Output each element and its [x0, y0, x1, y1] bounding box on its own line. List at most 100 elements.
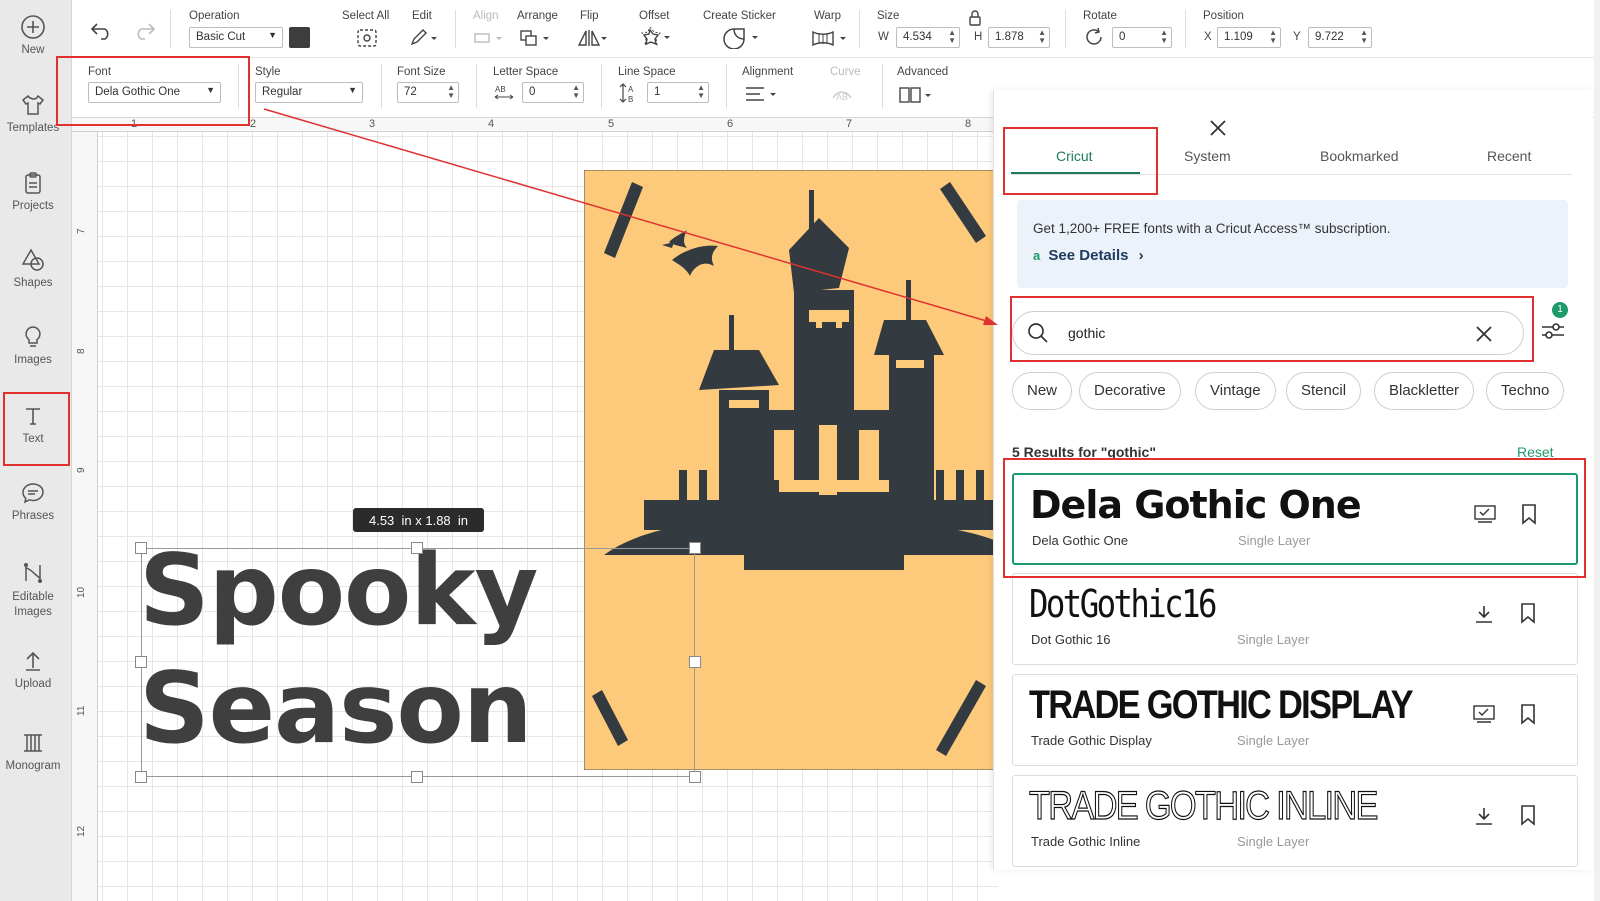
font-preview: TRADE GOTHIC INLINE [1028, 783, 1378, 828]
resize-handle[interactable] [135, 542, 147, 554]
sidebar-item-shapes[interactable]: Shapes [0, 247, 66, 289]
download-icon[interactable] [1473, 604, 1495, 624]
resize-handle[interactable] [411, 771, 423, 783]
alignment-label: Alignment [742, 66, 794, 78]
resize-handle[interactable] [411, 542, 423, 554]
stepper-icon[interactable]: ▲ ▼ [697, 84, 705, 100]
annotation-box-cricut-tab [1003, 127, 1158, 195]
tab-system[interactable]: System [1184, 148, 1231, 164]
rotate-value: 0 [1119, 31, 1126, 43]
font-size-label: Font Size [397, 66, 446, 78]
sidebar-item-upload[interactable]: Upload [0, 648, 66, 690]
bookmark-icon[interactable] [1519, 602, 1537, 624]
rotate-icon [1086, 27, 1102, 45]
select-all-icon[interactable] [356, 28, 378, 48]
chip-new[interactable]: New [1012, 372, 1073, 410]
line-space-input[interactable]: 1 ▲ ▼ [647, 82, 709, 103]
style-dropdown[interactable]: Regular ▼ [255, 82, 363, 103]
pencil-icon[interactable] [408, 28, 438, 48]
letter-space-value: 0 [529, 86, 536, 98]
sidebar-item-phrases[interactable]: Phrases [0, 480, 66, 522]
sticker-icon[interactable] [722, 27, 762, 49]
operation-label: Operation [189, 10, 240, 22]
sidebar-item-monogram[interactable]: Monogram [0, 730, 66, 772]
chip-decorative[interactable]: Decorative [1079, 372, 1181, 410]
align-text-icon[interactable] [743, 84, 783, 104]
font-result-trade-gothic-inline[interactable]: TRADE GOTHIC INLINE Trade Gothic Inline … [1012, 775, 1578, 867]
stepper-icon[interactable]: ▲ ▼ [948, 29, 956, 45]
resize-handle[interactable] [135, 771, 147, 783]
operation-color-swatch[interactable] [289, 27, 310, 48]
height-input[interactable]: 1.878 ▲ ▼ [988, 27, 1050, 48]
see-details-label: See Details [1048, 247, 1129, 264]
rotate-label: Rotate [1083, 10, 1117, 22]
ruler-mark: 7 [846, 118, 853, 130]
align-icon [474, 33, 502, 43]
shirt-icon [21, 94, 45, 115]
selection-box[interactable] [141, 548, 695, 777]
tab-bookmarked[interactable]: Bookmarked [1320, 148, 1399, 164]
cricut-access-promo: Get 1,200+ FREE fonts with a Cricut Acce… [1017, 200, 1568, 288]
arrange-icon[interactable] [518, 28, 552, 48]
bookmark-icon[interactable] [1519, 804, 1537, 826]
chip-vintage[interactable]: Vintage [1195, 372, 1276, 410]
tab-recent[interactable]: Recent [1487, 148, 1531, 164]
sidebar-item-new[interactable]: New [0, 14, 66, 56]
sidebar-item-images[interactable]: Images [0, 324, 66, 366]
advanced-label: Advanced [897, 66, 949, 78]
letter-space-label: Letter Space [493, 66, 559, 78]
bookmark-icon[interactable] [1519, 703, 1537, 725]
close-icon[interactable] [1208, 118, 1228, 138]
undo-icon[interactable] [90, 22, 114, 40]
scrollbar[interactable] [1594, 0, 1600, 901]
caret-down-icon: ▼ [348, 85, 357, 95]
font-result-dot-gothic-16[interactable]: DotGothic16 Dot Gothic 16 Single Layer [1012, 573, 1578, 665]
filter-icon[interactable] [1540, 319, 1566, 343]
sidebar-label-templates: Templates [6, 122, 60, 134]
sidebar-label-upload: Upload [14, 678, 52, 690]
flip-icon[interactable] [576, 28, 610, 48]
upload-icon [26, 651, 40, 671]
advanced-icon[interactable] [898, 85, 938, 105]
create-sticker-label: Create Sticker [703, 10, 776, 22]
svg-text:B: B [628, 95, 633, 104]
installed-icon [1473, 705, 1495, 723]
letter-space-input[interactable]: 0 ▲ ▼ [522, 82, 584, 103]
ruler-mark: 8 [76, 348, 87, 354]
chip-stencil[interactable]: Stencil [1286, 372, 1362, 410]
resize-handle[interactable] [135, 656, 147, 668]
warp-icon[interactable] [810, 28, 850, 48]
offset-icon[interactable] [638, 27, 672, 49]
width-input[interactable]: 4.534 ▲ ▼ [896, 27, 960, 48]
stepper-icon[interactable]: ▲ ▼ [1269, 29, 1277, 45]
font-layer-type: Single Layer [1237, 834, 1310, 849]
stepper-icon[interactable]: ▲ ▼ [1160, 29, 1168, 45]
chip-techno[interactable]: Techno [1486, 372, 1565, 410]
resize-handle[interactable] [689, 542, 701, 554]
resize-handle[interactable] [689, 771, 701, 783]
select-all-label: Select All [342, 10, 390, 22]
sidebar-item-projects[interactable]: Projects [0, 170, 66, 212]
redo-icon[interactable] [132, 22, 156, 40]
resize-handle[interactable] [689, 656, 701, 668]
height-label: H [974, 31, 983, 43]
lock-icon[interactable] [968, 10, 982, 26]
font-result-trade-gothic-display[interactable]: TRADE GOTHIC DISPLAY Trade Gothic Displa… [1012, 674, 1578, 766]
stepper-icon[interactable]: ▲ ▼ [572, 84, 580, 100]
font-size-input[interactable]: 72 ▲ ▼ [397, 82, 459, 103]
ruler-mark: 8 [965, 118, 972, 130]
operation-dropdown[interactable]: Basic Cut ▼ [189, 27, 283, 48]
see-details-link[interactable]: a See Details › [1033, 247, 1144, 264]
font-preview: DotGothic16 [1029, 582, 1217, 626]
stepper-icon[interactable]: ▲ ▼ [447, 84, 455, 100]
stepper-icon[interactable]: ▲ ▼ [1038, 29, 1046, 45]
svg-text:A: A [628, 85, 634, 94]
rotate-input[interactable]: 0 ▲ ▼ [1112, 27, 1172, 48]
download-icon[interactable] [1473, 806, 1495, 826]
position-x-input[interactable]: 1.109 ▲ ▼ [1217, 27, 1281, 48]
sidebar-item-editable-images[interactable]: Editable Images [0, 560, 66, 620]
position-y-input[interactable]: 9.722 ▲ ▼ [1308, 27, 1372, 48]
stepper-icon[interactable]: ▲ ▼ [1360, 29, 1368, 45]
sidebar-label-images: Images [14, 354, 52, 366]
chip-blackletter[interactable]: Blackletter [1374, 372, 1475, 410]
